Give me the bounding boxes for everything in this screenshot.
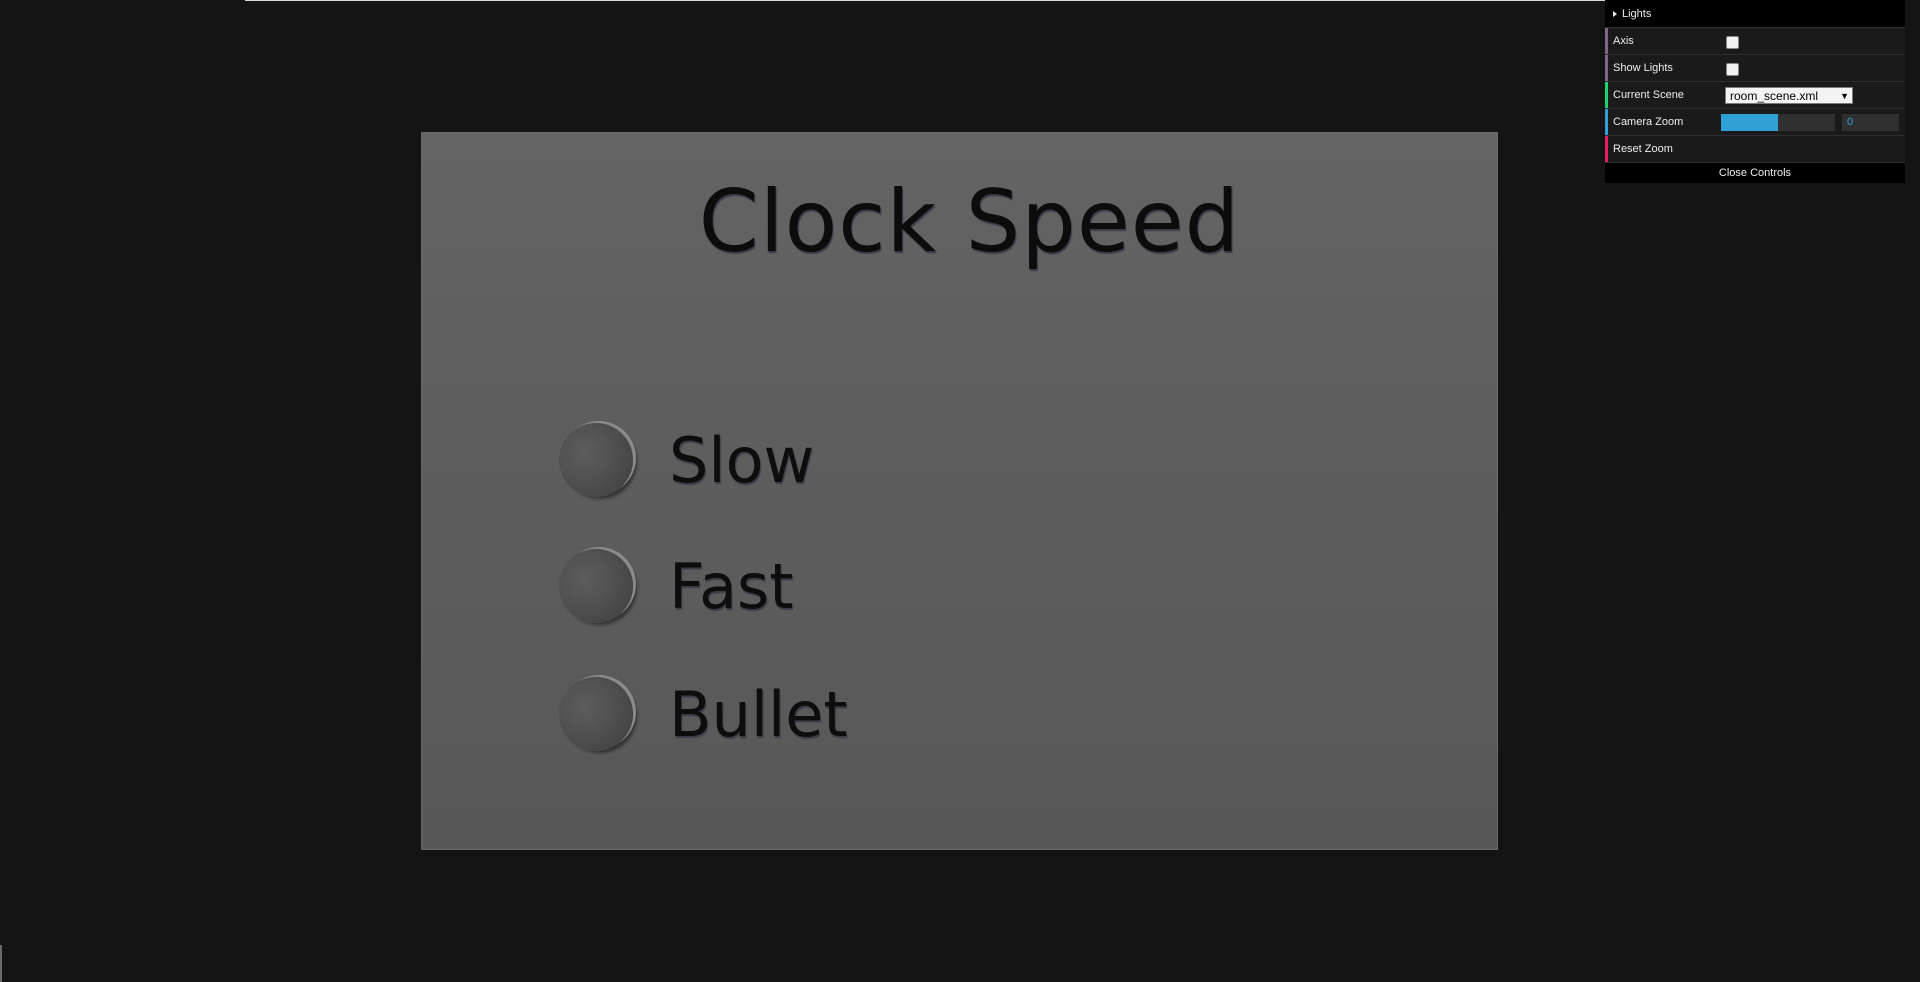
current-scene-row-color-bar <box>1605 82 1608 108</box>
show-lights-checkbox[interactable] <box>1726 63 1739 76</box>
reset-zoom-row[interactable]: Reset Zoom <box>1605 136 1905 163</box>
option-label-slow: Slow <box>669 423 815 497</box>
triangle-right-icon <box>1613 10 1617 17</box>
option-label-fast: Fast <box>669 549 794 623</box>
axis-checkbox[interactable] <box>1726 36 1739 49</box>
close-controls-button[interactable]: Close Controls <box>1605 163 1905 183</box>
radio-knob-slow[interactable] <box>559 423 633 497</box>
radio-knob-bullet[interactable] <box>559 677 633 751</box>
camera-zoom-slider-fill <box>1721 113 1778 131</box>
camera-zoom-label: Camera Zoom <box>1613 116 1684 128</box>
current-scene-row: Current Scene room_scene.xml ▼ <box>1605 82 1905 109</box>
camera-zoom-row-color-bar <box>1605 109 1608 135</box>
camera-zoom-slider[interactable] <box>1721 113 1835 131</box>
radio-knob-fast[interactable] <box>559 549 633 623</box>
current-scene-select[interactable]: room_scene.xml ▼ <box>1725 86 1853 104</box>
board-title: Clock Speed <box>698 172 1241 272</box>
option-label-bullet: Bullet <box>669 677 848 751</box>
lights-folder[interactable]: Lights <box>1605 0 1905 28</box>
option-slow[interactable]: Slow <box>559 420 1059 500</box>
show-lights-row-color-bar <box>1605 55 1608 81</box>
show-lights-label: Show Lights <box>1613 62 1673 74</box>
current-scene-label: Current Scene <box>1613 89 1684 101</box>
clock-speed-board: Clock Speed Slow Fast Bullet <box>421 132 1498 850</box>
camera-zoom-row: Camera Zoom 0 <box>1605 109 1905 136</box>
lights-folder-label: Lights <box>1622 7 1652 20</box>
axis-row-color-bar <box>1605 28 1608 54</box>
camera-zoom-input[interactable]: 0 <box>1842 113 1899 131</box>
corner-marker <box>0 945 2 982</box>
option-fast[interactable]: Fast <box>559 546 1059 626</box>
current-scene-value: room_scene.xml <box>1730 88 1819 103</box>
reset-zoom-row-color-bar <box>1605 136 1608 162</box>
dropdown-arrow-icon: ▼ <box>1840 90 1849 101</box>
axis-row: Axis <box>1605 28 1905 55</box>
option-bullet[interactable]: Bullet <box>559 674 1059 754</box>
reset-zoom-button[interactable]: Reset Zoom <box>1605 143 1723 155</box>
gui-controls-panel: Lights Axis Show Lights Current Scene ro… <box>1605 0 1905 183</box>
axis-label: Axis <box>1613 35 1634 47</box>
show-lights-row: Show Lights <box>1605 55 1905 82</box>
